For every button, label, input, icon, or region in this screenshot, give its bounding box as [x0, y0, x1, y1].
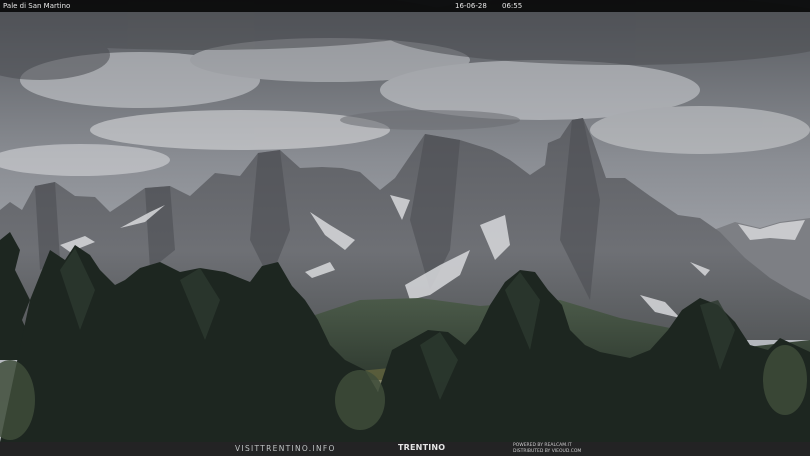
time-label: 06:55	[502, 2, 523, 10]
footer-bar: VISITTRENTINO.INFO TRENTINO POWERED BY R…	[0, 442, 810, 456]
trentino-logo: TRENTINO	[398, 443, 446, 452]
credit-text: POWERED BY REALCAM.IT DISTRIBUTED BY VIE…	[513, 443, 581, 454]
webcam-image	[0, 0, 810, 456]
date-label: 16-06-28	[455, 2, 487, 10]
credit-line-1: POWERED BY REALCAM.IT	[513, 443, 572, 448]
location-label: Pale di San Martino	[3, 2, 71, 10]
info-bar: Pale di San Martino 16-06-28 06:55	[0, 0, 810, 12]
website-link[interactable]: VISITTRENTINO.INFO	[235, 443, 336, 455]
credit-line-2: DISTRIBUTED BY VIEOUD.COM	[513, 448, 582, 454]
